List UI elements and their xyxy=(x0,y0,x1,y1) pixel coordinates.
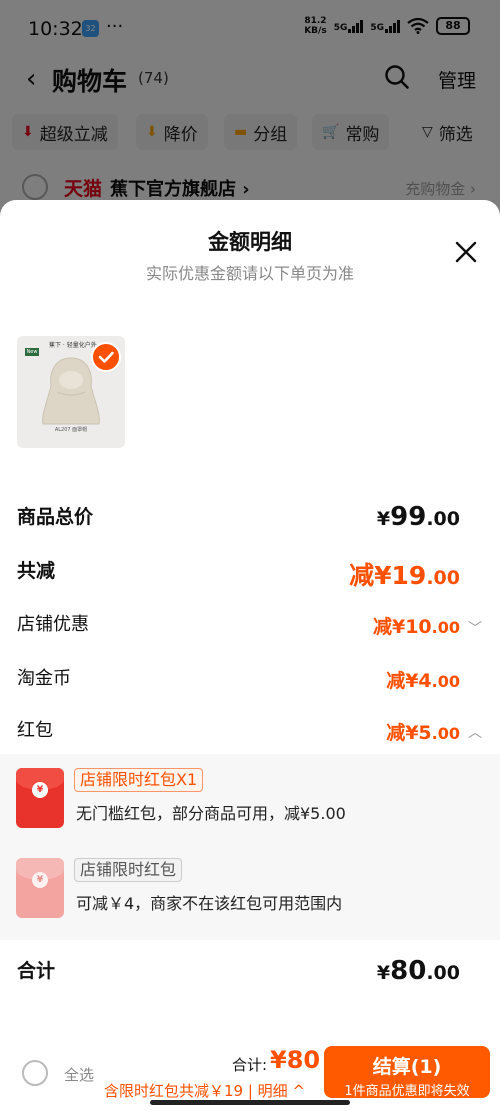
total-discount-row: 共减 减¥19.00 xyxy=(0,554,500,594)
total-dec: .00 xyxy=(426,508,460,530)
redpacket-main: 减¥5 xyxy=(386,722,432,744)
product-caption: AL207 面罩帽 xyxy=(54,427,88,433)
select-all-label[interactable]: 全选 xyxy=(64,1064,94,1085)
price-detail-sheet: 金额明细 实际优惠金额请以下单页为准 蕉下 · 轻量化户外 New AL207 … xyxy=(0,200,500,1111)
discount-dec: .00 xyxy=(426,567,460,589)
red-packet-label: 红包 xyxy=(17,720,53,741)
red-packet-description: 无门槛红包，部分商品可用，减¥5.00 xyxy=(76,804,346,823)
total-discount-label: 共减 xyxy=(17,560,56,582)
sum-currency: ¥ xyxy=(376,962,391,984)
taobao-coin-value: 减¥4.00 xyxy=(386,666,460,693)
shop-dec: .00 xyxy=(431,618,460,637)
total-price-row: 商品总价 ¥99.00 xyxy=(0,500,500,540)
home-indicator[interactable] xyxy=(150,1100,350,1105)
red-envelope-icon: ¥ xyxy=(16,768,64,828)
red-envelope-disabled-icon: ¥ xyxy=(16,858,64,918)
total-price-label: 商品总价 xyxy=(17,506,94,528)
selected-check-icon[interactable] xyxy=(91,342,121,372)
taobao-coin-label: 淘金币 xyxy=(17,668,71,689)
close-icon[interactable] xyxy=(454,240,478,264)
discount-detail-link[interactable]: 含限时红包共减￥19 | 明细 ^ xyxy=(104,1080,305,1101)
checkout-label: 结算(1) xyxy=(372,1056,442,1078)
red-packet-row[interactable]: 红包 减¥5.00 ︿ xyxy=(0,714,500,754)
shop-discount-value: 减¥10.00 xyxy=(373,612,460,639)
chevron-up-icon[interactable]: ︿ xyxy=(468,722,482,742)
sum-row: 合计 ¥80.00 xyxy=(0,956,500,996)
sum-dec: .00 xyxy=(426,962,460,984)
coin-dec: .00 xyxy=(431,672,460,691)
sum-label: 合计 xyxy=(17,960,56,982)
taobao-coin-row: 淘金币 减¥4.00 xyxy=(0,662,500,702)
chevron-down-icon[interactable]: ﹀ xyxy=(468,618,482,638)
discount-main: 减¥19 xyxy=(349,561,427,590)
select-all-checkbox[interactable] xyxy=(22,1060,48,1086)
sheet-title: 金额明细 xyxy=(208,230,292,254)
total-price-value: ¥99.00 xyxy=(377,502,460,532)
checkout-note: 1件商品优惠即将失效 xyxy=(344,1084,470,1099)
red-packet-tag: 店铺限时红包X1 xyxy=(74,768,204,792)
redpacket-dec: .00 xyxy=(431,724,460,743)
total-discount-value: 减¥19.00 xyxy=(349,556,460,592)
sum-value: ¥80.00 xyxy=(377,956,460,986)
red-packet-value: 减¥5.00 xyxy=(386,718,460,745)
red-packet-item: ¥ 店铺限时红包 可减￥4，商家不在该红包可用范围内 xyxy=(0,858,500,922)
bottom-sum-label: 合计: xyxy=(232,1056,268,1074)
shop-discount-row[interactable]: 店铺优惠 减¥10.00 ﹀ xyxy=(0,608,500,648)
sheet-subtitle: 实际优惠金额请以下单页为准 xyxy=(145,264,354,283)
red-packet-description: 可减￥4，商家不在该红包可用范围内 xyxy=(76,894,343,913)
red-packet-item[interactable]: ¥ 店铺限时红包X1 无门槛红包，部分商品可用，减¥5.00 xyxy=(0,768,500,832)
checkout-button[interactable]: 结算(1) 1件商品优惠即将失效 xyxy=(324,1046,490,1099)
coin-main: 减¥4 xyxy=(386,670,432,692)
shop-main: 减¥10 xyxy=(372,616,432,638)
bottom-sum-value: ¥80 xyxy=(270,1046,321,1074)
red-packet-list: ¥ 店铺限时红包X1 无门槛红包，部分商品可用，减¥5.00 ¥ 店铺限时红包 … xyxy=(0,754,500,940)
sum-int: 80 xyxy=(390,956,427,986)
total-int: 99 xyxy=(390,502,427,532)
total-currency: ¥ xyxy=(376,508,391,530)
red-packet-tag: 店铺限时红包 xyxy=(74,858,183,882)
shop-discount-label: 店铺优惠 xyxy=(17,614,89,635)
